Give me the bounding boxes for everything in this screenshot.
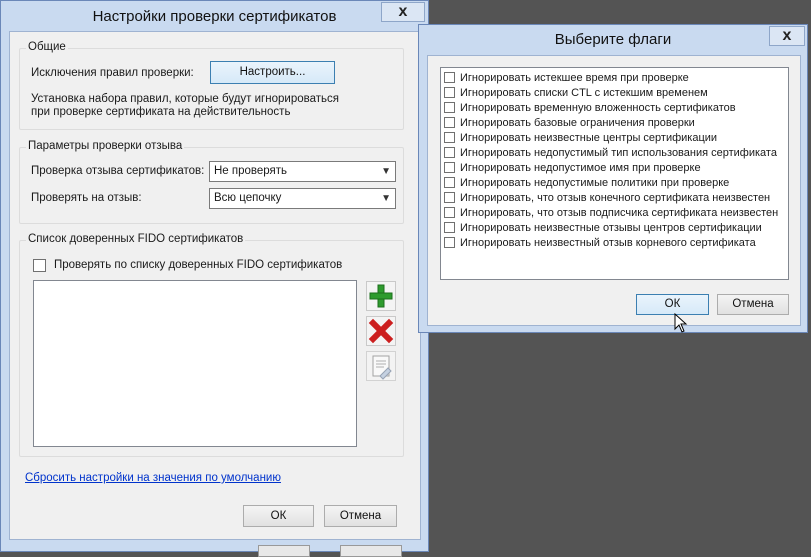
revocation-scope-value: Всю цепочку [214,192,282,204]
flags-window-title: Выберите флаги [554,31,672,48]
flag-label: Игнорировать истекшее время при проверке [460,72,689,84]
flag-checkbox[interactable] [444,176,455,188]
flags-list[interactable]: Игнорировать истекшее время при проверке… [440,67,789,280]
flag-item[interactable]: Игнорировать неизвестный отзыв корневого… [441,236,788,251]
background-window-fragment [340,545,402,557]
description-line-1: Установка набора правил, которые будут и… [31,93,339,105]
flag-checkbox[interactable] [444,236,455,248]
flag-checkbox[interactable] [444,161,455,173]
flag-checkbox[interactable] [444,146,455,158]
fido-certificate-list[interactable] [33,280,357,447]
flag-label: Игнорировать списки CTL с истекшим време… [460,87,708,99]
flags-container: Игнорировать истекшее время при проверке… [441,71,788,251]
flag-item[interactable]: Игнорировать недопустимое имя при провер… [441,161,788,176]
flag-checkbox[interactable] [444,206,455,218]
flag-label: Игнорировать, что отзыв конечного сертиф… [460,192,771,204]
mouse-cursor [674,313,688,333]
properties-icon [372,355,392,380]
close-button[interactable]: x [381,2,425,22]
properties-button[interactable] [366,351,396,381]
flag-label: Игнорировать базовые ограничения проверк… [460,117,695,129]
reset-defaults-link[interactable]: Сбросить настройки на значения по умолча… [25,472,281,484]
flag-checkbox[interactable] [444,116,455,128]
flag-item[interactable]: Игнорировать списки CTL с истекшим време… [441,86,788,101]
window-title: Настройки проверки сертификатов [92,8,337,25]
flag-checkbox[interactable] [444,71,455,83]
background-window-fragment [258,545,310,557]
flag-checkbox[interactable] [444,86,455,98]
flag-checkbox[interactable] [444,101,455,113]
flags-client-area: Игнорировать истекшее время при проверке… [427,55,801,326]
flag-label: Игнорировать неизвестные отзывы центров … [460,222,762,234]
fido-checkbox[interactable] [33,259,46,272]
flag-item[interactable]: Игнорировать истекшее время при проверке [441,71,788,86]
flag-label: Игнорировать неизвестный отзыв корневого… [460,237,756,249]
flag-item[interactable]: Игнорировать, что отзыв подписчика серти… [441,206,788,221]
flag-label: Игнорировать, что отзыв подписчика серти… [460,207,779,219]
flags-cancel-button[interactable]: Отмена [717,294,789,315]
ok-button[interactable]: ОК [243,505,314,527]
flag-checkbox[interactable] [444,131,455,143]
flag-label: Игнорировать недопустимый тип использова… [460,147,777,159]
flag-item[interactable]: Игнорировать неизвестные центры сертифик… [441,131,788,146]
flag-item[interactable]: Игнорировать базовые ограничения проверк… [441,116,788,131]
revocation-check-dropdown[interactable]: Не проверять ▼ [209,161,396,182]
revocation-group: Параметры проверки отзыва [19,140,404,224]
revocation-scope-dropdown[interactable]: Всю цепочку ▼ [209,188,396,209]
flag-label: Игнорировать недопустимое имя при провер… [460,162,701,174]
revocation-check-label: Проверка отзыва сертификатов: [31,165,205,177]
exceptions-label: Исключения правил проверки: [31,67,194,79]
dialog-client-area: Общие Исключения правил проверки: Настро… [9,31,421,540]
revocation-scope-label: Проверять на отзыв: [31,192,142,204]
revocation-check-value: Не проверять [214,165,288,177]
cancel-button[interactable]: Отмена [324,505,397,527]
general-group-title: Общие [26,41,68,53]
add-button[interactable] [366,281,396,311]
flag-item[interactable]: Игнорировать, что отзыв конечного сертиф… [441,191,788,206]
flags-ok-button[interactable]: ОК [636,294,709,315]
flag-label: Игнорировать недопустимые политики при п… [460,177,730,189]
add-icon [369,284,393,308]
description-line-2: при проверке сертификата на действительн… [31,106,291,118]
chevron-down-icon: ▼ [381,166,391,177]
remove-button[interactable] [366,316,396,346]
flag-item[interactable]: Игнорировать временную вложенность серти… [441,101,788,116]
cert-check-settings-window: Настройки проверки сертификатов x Общие … [0,0,429,552]
fido-checkbox-label: Проверять по списку доверенных FIDO серт… [54,259,343,271]
flag-item[interactable]: Игнорировать недопустимые политики при п… [441,176,788,191]
configure-button[interactable]: Настроить... [210,61,335,84]
chevron-down-icon: ▼ [381,193,391,204]
fido-group-title: Список доверенных FIDO сертификатов [26,233,246,245]
flag-label: Игнорировать неизвестные центры сертифик… [460,132,718,144]
flag-label: Игнорировать временную вложенность серти… [460,102,736,114]
select-flags-window: Выберите флаги x Игнорировать истекшее в… [418,24,808,333]
flag-checkbox[interactable] [444,191,455,203]
revocation-group-title: Параметры проверки отзыва [26,140,185,152]
flags-close-button[interactable]: x [769,26,805,46]
remove-icon [368,318,394,344]
flag-checkbox[interactable] [444,221,455,233]
flag-item[interactable]: Игнорировать неизвестные отзывы центров … [441,221,788,236]
flag-item[interactable]: Игнорировать недопустимый тип использова… [441,146,788,161]
